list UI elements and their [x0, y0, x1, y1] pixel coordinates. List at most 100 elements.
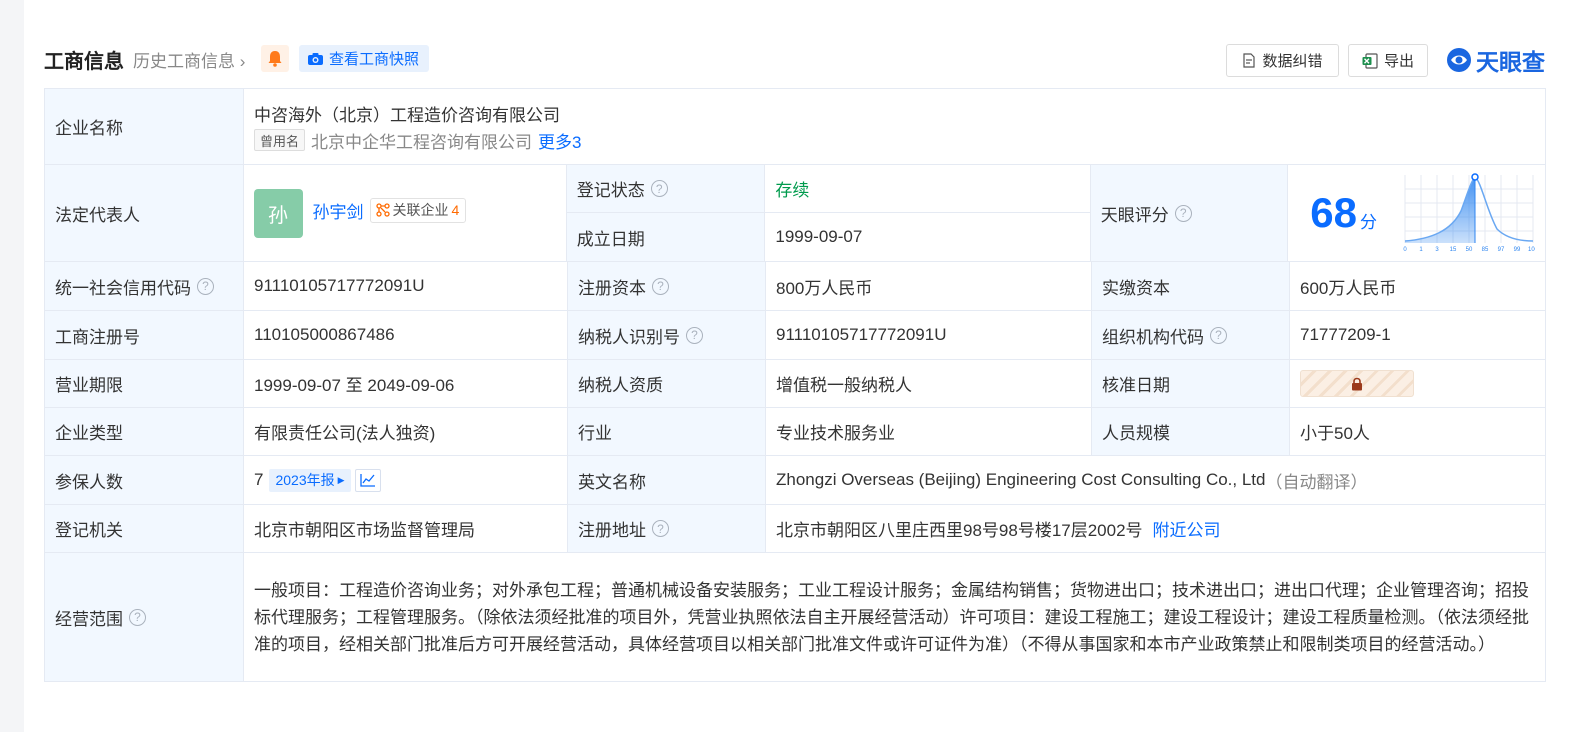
credit-code-label: 统一社会信用代码? [45, 262, 243, 310]
annual-report-button[interactable]: 2023年报 ▶ [269, 468, 351, 492]
score-unit: 分 [1359, 212, 1377, 232]
taxpayer-id-label: 纳税人识别号? [567, 311, 765, 359]
locked-value[interactable] [1300, 370, 1414, 397]
data-fix-button[interactable]: 数据纠错 [1226, 44, 1339, 77]
paid-capital-value: 600万人民币 [1289, 262, 1545, 310]
paid-capital-label: 实缴资本 [1091, 262, 1289, 310]
help-icon[interactable]: ? [197, 277, 214, 295]
help-icon[interactable]: ? [650, 180, 668, 197]
company-name: 中咨海外（北京）工程造价咨询有限公司 [254, 105, 560, 125]
related-companies-tag[interactable]: 关联企业 4 [369, 197, 467, 223]
company-name-label: 企业名称 [45, 89, 243, 164]
reg-authority-label: 登记机关 [45, 505, 243, 552]
score-tick-label: 97 [1498, 247, 1505, 253]
excel-icon [1362, 52, 1378, 69]
caret-right-icon: ▶ [337, 474, 345, 485]
monitor-bell-button[interactable] [261, 45, 289, 72]
business-info-card: 工商信息 历史工商信息 › 查看工商快照 数据纠错 导出 天眼查 企业名称 中咨… [24, 0, 1586, 732]
score-tick-label: 0 [1403, 247, 1407, 253]
biz-reg-no-value: 110105000867486 [243, 311, 567, 359]
table-row: 经营范围? 一般项目：工程造价咨询业务；对外承包工程；普通机械设备安装服务；工业… [45, 552, 1545, 681]
network-icon [375, 203, 390, 217]
staff-value: 小于50人 [1289, 408, 1545, 455]
business-info-table: 企业名称 中咨海外（北京）工程造价咨询有限公司 曾用名 北京中企华工程咨询有限公… [44, 88, 1546, 682]
auto-translate-note: （自动翻译） [1265, 472, 1368, 492]
term-value: 1999-09-07 至 2049-09-06 [243, 360, 567, 407]
chevron-right-icon: › [235, 52, 246, 71]
snapshot-button[interactable]: 查看工商快照 [299, 45, 430, 72]
reg-status-label: 登记状态? [566, 165, 765, 212]
history-link[interactable]: 历史工商信息 › [133, 47, 245, 72]
help-icon[interactable]: ? [129, 608, 146, 626]
score-tick-label: 100 [1528, 247, 1535, 253]
insured-cell: 7 2023年报 ▶ [243, 456, 567, 504]
lock-icon [1352, 377, 1362, 390]
more-former-names-link[interactable]: 更多3 [538, 128, 581, 153]
type-label: 企业类型 [45, 408, 243, 455]
reg-capital-value: 800万人民币 [765, 262, 1091, 310]
approve-date-label: 核准日期 [1091, 360, 1289, 407]
english-name-label: 英文名称 [567, 456, 765, 504]
legal-rep-name-link[interactable]: 孙宇剑 [313, 198, 364, 223]
reg-capital-label: 注册资本? [567, 262, 765, 310]
table-row: 统一社会信用代码? 91110105717772091U 注册资本? 800万人… [45, 261, 1545, 310]
approve-date-cell [1289, 360, 1545, 407]
table-row: 企业类型 有限责任公司(法人独资) 行业 专业技术服务业 人员规模 小于50人 [45, 407, 1545, 455]
reg-address-cell: 北京市朝阳区八里庄西里98号98号楼17层2002号 附近公司 [765, 505, 1545, 552]
former-name-tag: 曾用名 [254, 129, 306, 151]
found-date-label: 成立日期 [566, 213, 765, 261]
scope-value: 一般项目：工程造价咨询业务；对外承包工程；普通机械设备安装服务；工业工程设计服务… [243, 553, 1545, 681]
company-name-cell: 中咨海外（北京）工程造价咨询有限公司 曾用名 北京中企华工程咨询有限公司 更多3 [243, 89, 1545, 164]
table-row: 参保人数 7 2023年报 ▶ 英文名称 Zhongzi Overseas (Be… [45, 455, 1545, 504]
doc-edit-icon [1243, 53, 1256, 68]
taxpayer-qual-value: 增值税一般纳税人 [765, 360, 1091, 407]
score-tick-label: 50 [1466, 247, 1473, 253]
section-header: 工商信息 历史工商信息 › 查看工商快照 数据纠错 导出 天眼查 [44, 44, 1566, 77]
score-distribution-chart[interactable]: 0 1 3 15 50 85 97 99 100 [1401, 171, 1535, 255]
reg-authority-value: 北京市朝阳区市场监督管理局 [243, 505, 567, 552]
english-name-cell: Zhongzi Overseas (Beijing) Engineering C… [765, 456, 1545, 504]
status-group: 登记状态? 存续 成立日期 1999-09-07 [565, 165, 1090, 261]
export-button[interactable]: 导出 [1348, 44, 1428, 77]
taxpayer-id-value: 91110105717772091U [765, 311, 1091, 359]
help-icon[interactable]: ? [1174, 204, 1192, 222]
reg-status-value: 存续 [764, 165, 1089, 212]
table-row: 法定代表人 孙 孙宇剑 关联企业 4 登记状态 ? 存续 成立日期 1999-0… [45, 164, 1545, 261]
former-name: 北京中企华工程咨询有限公司 [311, 132, 533, 152]
help-icon[interactable]: ? [652, 277, 669, 295]
org-code-value: 71777209-1 [1289, 311, 1545, 359]
industry-value: 专业技术服务业 [765, 408, 1091, 455]
camera-icon [308, 52, 323, 65]
table-row: 营业期限 1999-09-07 至 2049-09-06 纳税人资质 增值税一般… [45, 359, 1545, 407]
term-label: 营业期限 [45, 360, 243, 407]
snapshot-label: 查看工商快照 [329, 51, 420, 68]
industry-label: 行业 [567, 408, 765, 455]
legal-rep-cell: 孙 孙宇剑 关联企业 4 [242, 165, 566, 261]
table-row: 工商注册号 110105000867486 纳税人识别号? 9111010571… [45, 310, 1545, 359]
table-row: 企业名称 中咨海外（北京）工程造价咨询有限公司 曾用名 北京中企华工程咨询有限公… [45, 89, 1545, 164]
score-tick-label: 99 [1514, 247, 1521, 253]
score-value: 68 [1310, 189, 1357, 236]
score-cell: 68 分 0 1 3 15 50 85 97 99 10 [1287, 165, 1545, 261]
scope-label: 经营范围? [45, 553, 243, 681]
type-value: 有限责任公司(法人独资) [243, 408, 567, 455]
avatar[interactable]: 孙 [253, 188, 303, 238]
help-icon[interactable]: ? [686, 326, 703, 344]
help-icon[interactable]: ? [1210, 326, 1227, 344]
bell-icon [268, 51, 282, 67]
org-code-label: 组织机构代码? [1091, 311, 1289, 359]
staff-label: 人员规模 [1091, 408, 1289, 455]
related-companies-count: 4 [451, 202, 460, 218]
credit-code-value: 91110105717772091U [243, 262, 567, 310]
trend-chart-icon [359, 474, 375, 487]
nearby-companies-link[interactable]: 附近公司 [1153, 516, 1221, 541]
insured-label: 参保人数 [45, 456, 243, 504]
score-label: 天眼评分? [1089, 165, 1288, 261]
score-tick-label: 85 [1482, 247, 1489, 253]
table-row: 登记机关 北京市朝阳区市场监督管理局 注册地址? 北京市朝阳区八里庄西里98号9… [45, 504, 1545, 552]
trend-chart-button[interactable] [354, 468, 381, 492]
reg-address-value: 北京市朝阳区八里庄西里98号98号楼17层2002号 [776, 521, 1143, 540]
eye-logo-icon [1447, 48, 1471, 72]
insured-value: 7 [254, 470, 264, 489]
help-icon[interactable]: ? [652, 520, 669, 537]
